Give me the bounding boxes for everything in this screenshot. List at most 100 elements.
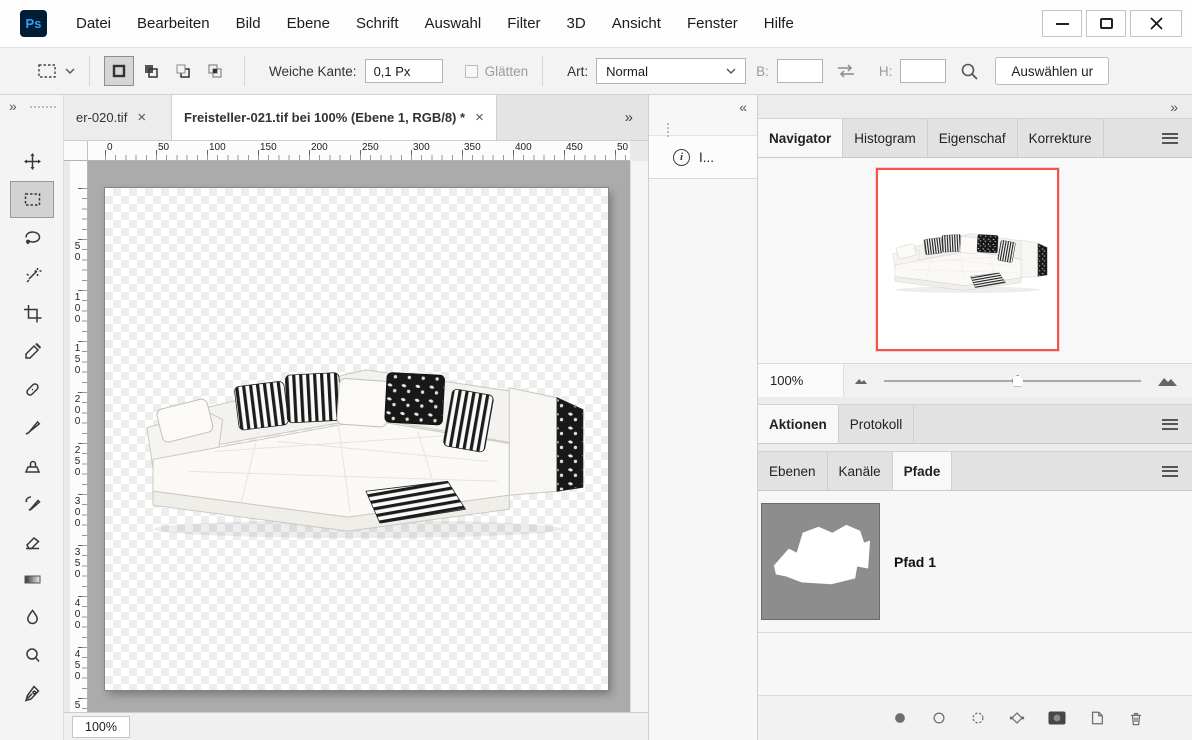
blur-tool[interactable] — [10, 599, 54, 636]
vertical-scrollbar[interactable] — [630, 161, 648, 712]
horizontal-ruler: 0 50 100 150 200 250 300 350 400 450 50 — [88, 141, 630, 161]
panel-menu-button[interactable] — [1148, 405, 1192, 443]
width-label: B: — [756, 64, 769, 79]
panel-menu-button[interactable] — [1148, 452, 1192, 490]
fill-path-icon[interactable] — [892, 710, 908, 726]
close-icon[interactable]: × — [475, 109, 484, 126]
panel-gap — [758, 444, 1192, 451]
chevron-down-icon — [65, 68, 75, 74]
tool-preset-dropdown[interactable] — [36, 62, 75, 80]
menu-datei[interactable]: Datei — [63, 15, 124, 32]
healing-brush-tool[interactable] — [10, 371, 54, 408]
menu-ansicht[interactable]: Ansicht — [599, 15, 674, 32]
antialias-checkbox[interactable] — [465, 65, 478, 78]
document-tab-background[interactable]: er-020.tif × — [64, 95, 172, 140]
crop-tool[interactable] — [10, 295, 54, 332]
menu-hilfe[interactable]: Hilfe — [751, 15, 807, 32]
brush-tool[interactable] — [10, 409, 54, 446]
tab-histogramm[interactable]: Histogram — [843, 119, 928, 157]
info-panel-button[interactable]: i I... — [649, 135, 757, 179]
intersect-selection-button[interactable] — [200, 56, 230, 86]
navigator-panel — [758, 158, 1192, 363]
ruler-label: 400 — [72, 598, 82, 631]
tab-pfade[interactable]: Pfade — [893, 452, 953, 490]
panel-menu-button[interactable] — [1148, 119, 1192, 157]
collapse-dock-icon[interactable]: » — [758, 95, 1192, 118]
new-selection-button[interactable] — [104, 56, 134, 86]
subtract-selection-icon — [175, 63, 191, 79]
menu-auswahl[interactable]: Auswahl — [412, 15, 495, 32]
navigator-zoom-field[interactable]: 100% — [758, 364, 844, 397]
delete-path-icon[interactable] — [1128, 710, 1144, 726]
move-tool[interactable] — [10, 143, 54, 180]
document-tab-active[interactable]: Freisteller-021.tif bei 100% (Ebene 1, R… — [172, 95, 497, 140]
minimize-button[interactable] — [1042, 10, 1082, 37]
load-path-as-selection-icon[interactable] — [970, 710, 986, 726]
close-icon[interactable]: × — [137, 109, 146, 126]
stroke-path-icon[interactable] — [931, 710, 947, 726]
menu-fenster[interactable]: Fenster — [674, 15, 751, 32]
tab-kanaele[interactable]: Kanäle — [828, 452, 893, 490]
zoom-in-icon[interactable] — [1157, 374, 1178, 387]
canvas-viewport[interactable] — [88, 161, 630, 712]
tab-protokoll[interactable]: Protokoll — [839, 405, 915, 443]
tab-navigator[interactable]: Navigator — [758, 119, 843, 157]
height-input[interactable] — [900, 59, 946, 83]
clone-stamp-tool[interactable] — [10, 447, 54, 484]
document-canvas[interactable] — [105, 188, 608, 690]
dodge-tool[interactable] — [10, 637, 54, 674]
gradient-tool[interactable] — [10, 561, 54, 598]
ruler-label: 450 — [566, 142, 583, 153]
zoom-out-icon[interactable] — [854, 376, 868, 385]
tab-korrekturen[interactable]: Korrekture — [1018, 119, 1104, 157]
menu-schrift[interactable]: Schrift — [343, 15, 412, 32]
brush-icon — [23, 418, 42, 437]
expand-tools-icon[interactable]: » — [9, 98, 17, 114]
quick-selection-tool[interactable] — [10, 257, 54, 294]
rectangular-marquee-tool[interactable] — [10, 181, 54, 218]
history-brush-tool[interactable] — [10, 485, 54, 522]
collapse-column-icon[interactable]: « — [649, 95, 757, 119]
menu-ebene[interactable]: Ebene — [274, 15, 343, 32]
style-select[interactable]: Normal — [596, 58, 746, 84]
path-thumbnail[interactable] — [761, 503, 880, 620]
feather-input[interactable]: 0,1 Px — [365, 59, 443, 83]
lasso-tool[interactable] — [10, 219, 54, 256]
menu-bild[interactable]: Bild — [223, 15, 274, 32]
height-label: H: — [879, 64, 893, 79]
maximize-button[interactable] — [1086, 10, 1126, 37]
menu-3d[interactable]: 3D — [554, 15, 599, 32]
navigator-zoom-slider[interactable] — [884, 380, 1141, 382]
navigator-proxy-view[interactable] — [876, 168, 1059, 351]
tools-grip[interactable] — [30, 106, 56, 108]
new-path-icon[interactable] — [1089, 710, 1105, 726]
panel-grip[interactable] — [667, 123, 669, 137]
marquee-icon — [23, 190, 42, 209]
close-button[interactable] — [1130, 10, 1182, 37]
add-to-selection-button[interactable] — [136, 56, 166, 86]
menu-bearbeiten[interactable]: Bearbeiten — [124, 15, 223, 32]
eraser-tool[interactable] — [10, 523, 54, 560]
slider-thumb[interactable] — [1012, 375, 1024, 387]
swap-dimensions-icon[interactable] — [835, 63, 857, 79]
subtract-from-selection-button[interactable] — [168, 56, 198, 86]
ruler-label: 0 — [107, 142, 113, 153]
tab-ebenen[interactable]: Ebenen — [758, 452, 828, 490]
path-list-item[interactable]: Pfad 1 — [758, 491, 1192, 633]
tab-overflow-icon[interactable]: » — [610, 95, 648, 140]
menu-filter[interactable]: Filter — [494, 15, 553, 32]
panel-dock: » Navigator Histogram Eigenschaf Korrekt… — [758, 95, 1192, 740]
intersect-selection-icon — [207, 63, 223, 79]
pen-tool[interactable] — [10, 675, 54, 712]
selection-mode-group — [104, 56, 230, 86]
tab-aktionen[interactable]: Aktionen — [758, 405, 839, 443]
tab-eigenschaften[interactable]: Eigenschaf — [928, 119, 1018, 157]
eyedropper-tool[interactable] — [10, 333, 54, 370]
width-input[interactable] — [777, 59, 823, 83]
select-and-mask-button[interactable]: Auswählen ur — [995, 57, 1109, 85]
search-icon[interactable] — [960, 62, 979, 81]
separator — [542, 56, 543, 86]
add-mask-icon[interactable] — [1048, 711, 1066, 725]
zoom-level-field[interactable]: 100% — [72, 716, 130, 738]
make-work-path-icon[interactable] — [1009, 710, 1025, 726]
